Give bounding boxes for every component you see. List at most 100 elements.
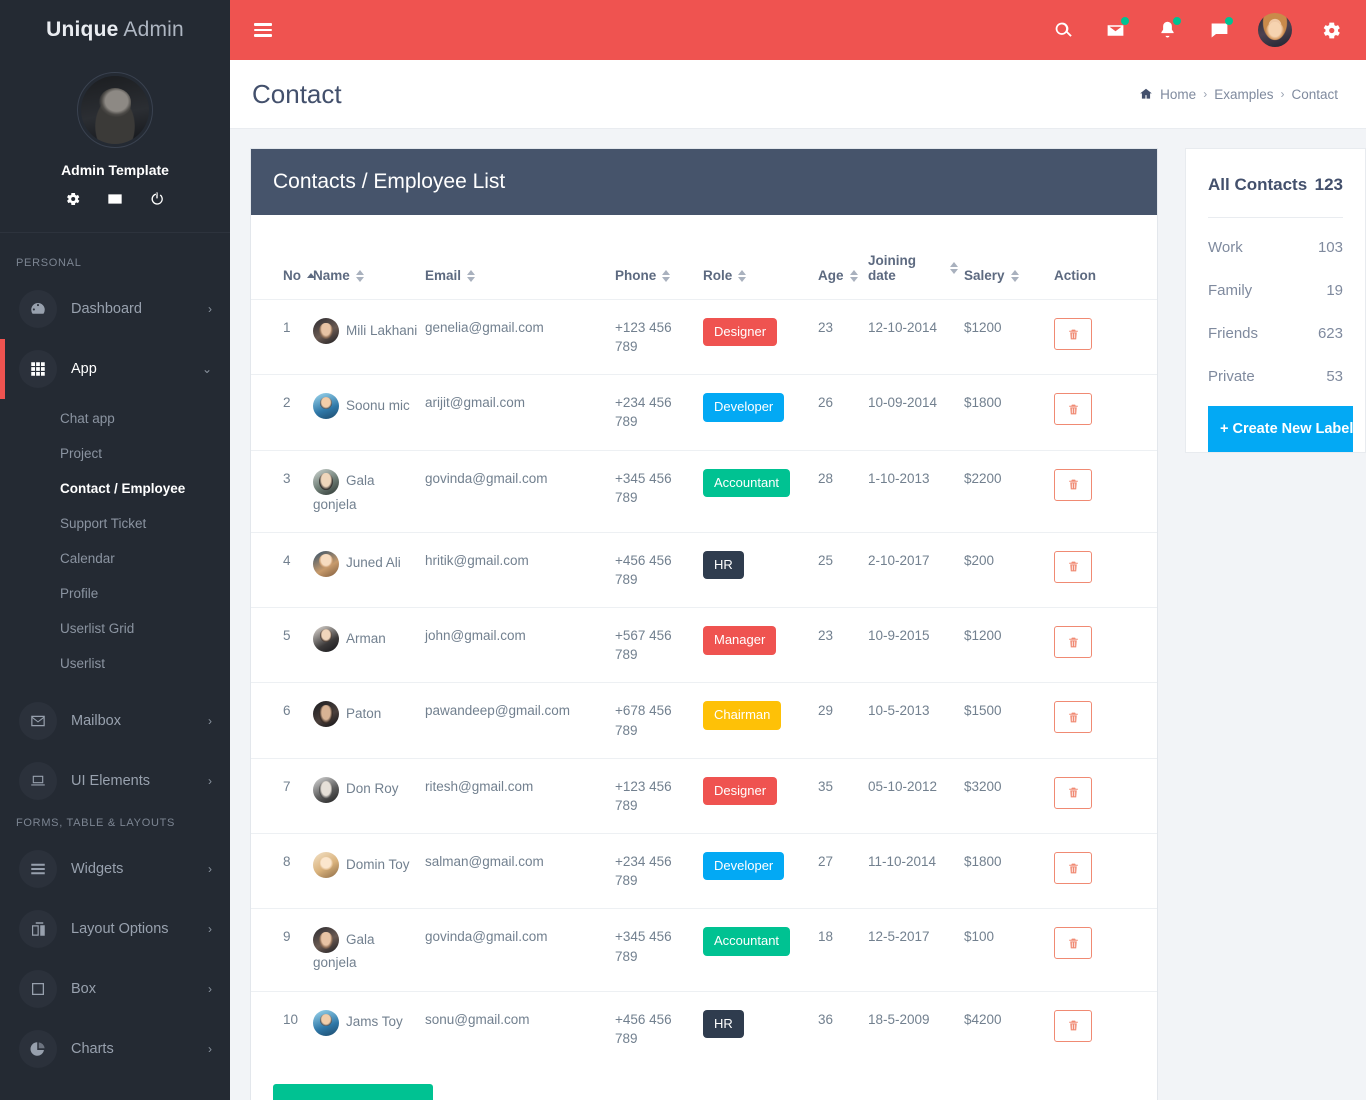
role-badge: Developer <box>703 852 785 881</box>
person-name: Arman <box>346 630 386 646</box>
gear-icon[interactable] <box>1318 17 1344 43</box>
person-name: Mili Lakhani <box>346 322 418 338</box>
cell-role: Developer <box>703 375 818 450</box>
employee-list-card: Contacts / Employee List No Name Email P… <box>250 148 1158 1100</box>
cell-name: Don Roy <box>313 758 425 833</box>
column-header-role[interactable]: Role <box>703 215 818 300</box>
sidebar-item-contact-employee[interactable]: Contact / Employee <box>0 471 230 506</box>
delete-row-button[interactable] <box>1054 776 1092 809</box>
all-contacts-label: All Contacts <box>1208 175 1308 194</box>
delete-row-button[interactable] <box>1054 468 1092 501</box>
table-row: 3 Gala gonjela govinda@gmail.com +345 456 7… <box>251 450 1157 532</box>
sidebar-item-layout-options[interactable]: Layout Options › <box>0 899 230 959</box>
cell-no: 4 <box>283 552 291 568</box>
cell-action <box>1054 991 1157 1066</box>
cell-phone: +456 456 789 <box>615 552 672 587</box>
label-row-friends[interactable]: Friends 623 <box>1208 312 1343 355</box>
table-scroll-area[interactable]: No Name Email Phone Role Age Joining dat… <box>251 215 1157 1066</box>
role-badge: Designer <box>703 776 778 806</box>
cell-role: HR <box>703 991 818 1066</box>
column-header-name[interactable]: Name <box>313 215 425 300</box>
delete-row-button[interactable] <box>1054 318 1092 350</box>
sort-both-icon <box>950 262 958 274</box>
delete-row-button[interactable] <box>1054 1009 1092 1042</box>
label-name: Private <box>1208 368 1255 385</box>
user-avatar[interactable] <box>1258 13 1292 47</box>
sidebar-item-box[interactable]: Box › <box>0 959 230 1019</box>
sidebar-item-userlist[interactable]: Userlist <box>0 646 230 681</box>
sidebar-item-charts[interactable]: Charts › <box>0 1019 230 1079</box>
sort-both-icon <box>1010 269 1019 282</box>
cell-role: HR <box>703 532 818 607</box>
mail-icon[interactable] <box>106 190 124 208</box>
sidebar-item-mailbox[interactable]: Mailbox › <box>0 691 230 751</box>
bell-icon[interactable] <box>1154 17 1181 43</box>
cell-phone: +345 456 789 <box>615 470 672 505</box>
delete-row-button[interactable] <box>1054 626 1092 659</box>
add-new-contact-button[interactable]: Add New Contact <box>273 1083 433 1100</box>
sidebar-item-profile[interactable]: Profile <box>0 576 230 611</box>
cell-salary: $1800 <box>964 854 1002 870</box>
sidebar-item-calendar[interactable]: Calendar <box>0 541 230 576</box>
table-body: 1 Mili Lakhani genelia@gmail.com +123 456 7… <box>251 299 1157 1066</box>
trash-icon <box>1068 637 1078 647</box>
create-new-label-button[interactable]: + Create New Label <box>1208 406 1353 452</box>
delete-row-button[interactable] <box>1054 550 1092 583</box>
table-row: 8 Domin Toy salman@gmail.com +234 456 789 De… <box>251 833 1157 909</box>
column-header-salery[interactable]: Salery <box>964 215 1054 300</box>
sidebar-profile: Admin Template <box>0 60 230 232</box>
label-row-family[interactable]: Family 19 <box>1208 269 1343 312</box>
cell-salary: $100 <box>964 929 995 945</box>
column-header-email[interactable]: Email <box>425 215 615 300</box>
cell-name: Paton <box>313 683 425 758</box>
breadcrumb-current: Contact <box>1291 86 1338 102</box>
label-row-work[interactable]: Work 103 <box>1208 226 1343 269</box>
topbar-actions <box>1050 13 1344 47</box>
column-header-no[interactable]: No <box>251 215 315 300</box>
sidebar-item-dashboard[interactable]: Dashboard › <box>0 279 230 339</box>
home-icon[interactable] <box>1139 87 1153 101</box>
delete-row-button[interactable] <box>1054 927 1092 960</box>
column-label: Role <box>703 268 733 283</box>
breadcrumb-home[interactable]: Home <box>1160 87 1196 102</box>
sidebar-item-ui-elements[interactable]: UI Elements › <box>0 751 230 811</box>
cell-phone: +345 456 789 <box>615 929 672 964</box>
delete-row-button[interactable] <box>1054 852 1092 885</box>
column-header-phone[interactable]: Phone <box>615 215 703 300</box>
table-head: No Name Email Phone Role Age Joining dat… <box>251 215 1157 300</box>
breadcrumb-examples[interactable]: Examples <box>1214 87 1273 102</box>
cell-action <box>1054 300 1157 375</box>
sidebar-item-support-ticket[interactable]: Support Ticket <box>0 506 230 541</box>
brand[interactable]: Unique Admin <box>0 0 230 60</box>
settings-icon[interactable] <box>64 190 82 208</box>
column-label: Action <box>1054 268 1096 283</box>
column-label: Email <box>425 268 462 283</box>
cell-email: pawandeep@gmail.com <box>425 703 571 719</box>
notification-dot <box>1173 17 1181 25</box>
trash-icon <box>1068 479 1078 490</box>
sidebar-item-widgets[interactable]: Widgets › <box>0 839 230 899</box>
column-header-age[interactable]: Age <box>818 215 868 300</box>
sidebar-item-label: App <box>71 361 97 377</box>
delete-row-button[interactable] <box>1054 393 1092 426</box>
chevron-right-icon: › <box>208 774 212 788</box>
cell-name: Juned Ali <box>313 532 425 607</box>
mail-icon[interactable] <box>1102 17 1129 43</box>
sidebar-item-chat-app[interactable]: Chat app <box>0 401 230 436</box>
chat-icon[interactable] <box>1206 17 1233 43</box>
trash-icon <box>1068 329 1078 339</box>
column-header-joining-date[interactable]: Joining date <box>868 215 964 300</box>
delete-row-button[interactable] <box>1054 701 1092 734</box>
sidebar-item-app[interactable]: App ⌄ <box>0 339 230 399</box>
menu-toggle-icon[interactable] <box>250 17 276 43</box>
cell-no: 6 <box>283 703 291 719</box>
cell-email: govinda@gmail.com <box>425 470 548 486</box>
profile-avatar[interactable] <box>77 72 153 148</box>
cell-no: 2 <box>283 395 291 411</box>
sidebar-item-project[interactable]: Project <box>0 436 230 471</box>
power-icon[interactable] <box>148 190 166 208</box>
sidebar-item-userlist-grid[interactable]: Userlist Grid <box>0 611 230 646</box>
label-row-private[interactable]: Private 53 <box>1208 355 1343 398</box>
table-row: 9 Gala gonjela govinda@gmail.com +345 456 7… <box>251 908 1157 991</box>
search-icon[interactable] <box>1050 17 1076 43</box>
